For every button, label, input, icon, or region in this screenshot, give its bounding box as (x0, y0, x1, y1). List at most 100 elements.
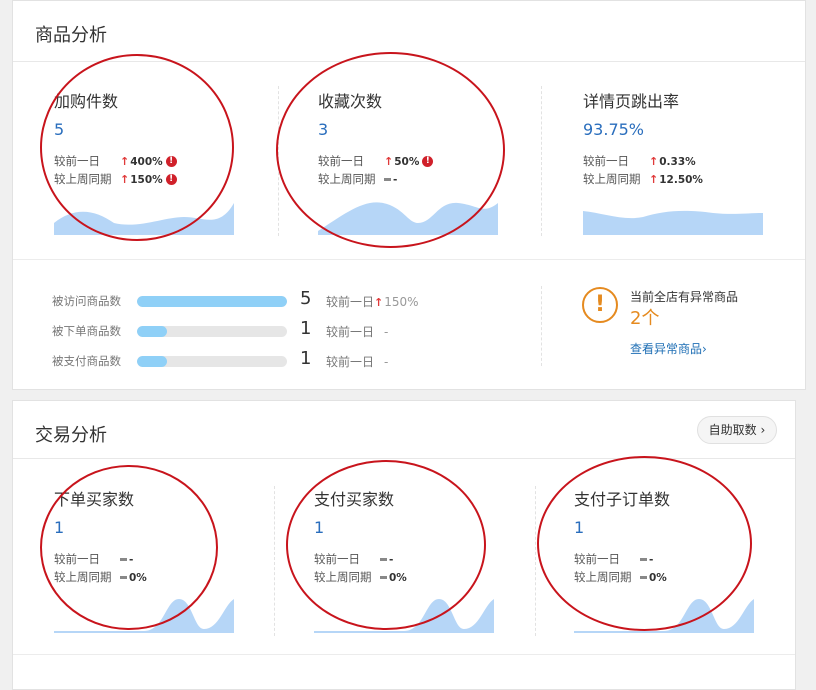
compare-week-value: 0% (649, 572, 667, 584)
view-abnormal-goods-link[interactable]: 查看异常商品› (630, 340, 707, 357)
compare-week-value: 12.50% (659, 174, 703, 186)
bar-fill (137, 296, 287, 307)
bar-label: 被下单商品数 (52, 324, 121, 338)
metric-value: 3 (318, 120, 329, 139)
compare-week-row: 较上周同期 ↑12.50% (583, 171, 703, 187)
bar-fill (137, 326, 167, 337)
compare-day-row: 较前一日 ↑50%! (318, 153, 434, 169)
compare-day-row: 较前一日 ↑0.33% (583, 153, 696, 169)
arrow-up-icon: ↑ (374, 296, 384, 309)
alert-icon: ! (165, 174, 177, 185)
compare-week-row: 较上周同期 0% (314, 569, 407, 585)
exclamation-circle-icon: ! (582, 287, 618, 323)
bar-compare-value: - (384, 355, 389, 369)
compare-day-value: - (389, 554, 394, 566)
sparkline-cart-items (54, 203, 234, 235)
bar-fill (137, 356, 167, 367)
bar-label: 被访问商品数 (52, 294, 121, 308)
goods-analysis-header: 商品分析 (13, 1, 805, 62)
bar-compare: 较前一日 - (326, 323, 388, 340)
compare-week-value: 150% (130, 174, 163, 186)
flat-trend-icon (640, 576, 647, 579)
metric-value: 5 (54, 120, 65, 139)
compare-week-row: 较上周同期 ↑150%! (54, 171, 177, 187)
compare-day-label: 较前一日 (574, 552, 620, 566)
flat-trend-icon (380, 558, 387, 561)
compare-week-label: 较上周同期 (54, 570, 112, 584)
flat-trend-icon (120, 576, 127, 579)
bar-track (137, 356, 287, 367)
chevron-right-icon: › (702, 342, 707, 356)
self-service-data-button[interactable]: 自助取数 › (697, 416, 777, 444)
bar-track (137, 326, 287, 337)
goods-bars-divider (541, 286, 542, 366)
compare-day-row: 较前一日 - (314, 551, 393, 567)
bar-compare: 较前一日↑150% (326, 293, 419, 310)
sparkline-order-buyers (54, 599, 234, 633)
trade-analysis-title: 交易分析 (35, 425, 107, 446)
compare-week-row: 较上周同期 - (318, 171, 397, 187)
arrow-up-icon: ↑ (384, 155, 394, 168)
trade-analysis-header: 交易分析 (13, 401, 795, 459)
metric-value: 1 (314, 518, 325, 537)
sparkline-paid-sub-orders (574, 599, 754, 633)
trade-metric-divider-2 (535, 486, 536, 636)
compare-week-value: - (393, 174, 398, 186)
compare-day-row: 较前一日 - (574, 551, 653, 567)
arrow-up-icon: ↑ (120, 155, 130, 168)
bar-count: 1 (300, 318, 312, 339)
bar-compare-value: 150% (384, 295, 419, 309)
bar-compare-label: 较前一日 (326, 355, 375, 369)
bar-compare-label: 较前一日 (326, 295, 375, 309)
compare-week-label: 较上周同期 (318, 172, 376, 186)
arrow-up-icon: ↑ (649, 173, 659, 186)
bar-compare-label: 较前一日 (326, 325, 375, 339)
compare-day-value: 50% (394, 156, 420, 168)
compare-day-label: 较前一日 (318, 154, 364, 168)
compare-week-row: 较上周同期 0% (574, 569, 667, 585)
bar-compare: 较前一日 - (326, 353, 388, 370)
compare-day-label: 较前一日 (54, 154, 100, 168)
goods-metric-divider-2 (541, 86, 542, 236)
metric-title: 加购件数 (54, 92, 119, 111)
compare-day-value: 0.33% (659, 156, 696, 168)
alert-icon: ! (165, 156, 177, 167)
compare-day-label: 较前一日 (54, 552, 100, 566)
bar-label: 被支付商品数 (52, 354, 121, 368)
bar-count: 1 (300, 348, 312, 369)
compare-day-row: 较前一日 - (54, 551, 133, 567)
compare-day-value: - (649, 554, 654, 566)
sparkline-bounce-rate (583, 210, 763, 235)
flat-trend-icon (640, 558, 647, 561)
metric-title: 收藏次数 (318, 92, 383, 111)
abnormal-goods-count: 2个 (630, 308, 660, 329)
metric-value: 93.75% (583, 120, 645, 139)
bar-compare-value: - (384, 325, 389, 339)
goods-analysis-title: 商品分析 (35, 25, 107, 46)
compare-week-label: 较上周同期 (54, 172, 112, 186)
goods-metric-divider-1 (278, 86, 279, 236)
abnormal-goods-text: 当前全店有异常商品 (630, 290, 739, 304)
compare-week-label: 较上周同期 (583, 172, 641, 186)
trade-metric-divider-1 (274, 486, 275, 636)
goods-analysis-divider (13, 259, 805, 260)
compare-day-label: 较前一日 (314, 552, 360, 566)
flat-trend-icon (380, 576, 387, 579)
compare-day-value: 400% (130, 156, 163, 168)
arrow-up-icon: ↑ (649, 155, 659, 168)
arrow-up-icon: ↑ (120, 173, 130, 186)
chevron-right-icon: › (760, 423, 766, 437)
self-service-data-label: 自助取数 (708, 423, 757, 437)
compare-week-label: 较上周同期 (574, 570, 632, 584)
metric-value: 1 (574, 518, 585, 537)
compare-day-value: - (129, 554, 134, 566)
metric-title: 支付子订单数 (574, 490, 671, 509)
compare-week-value: 0% (129, 572, 147, 584)
flat-trend-icon (120, 558, 127, 561)
compare-day-label: 较前一日 (583, 154, 629, 168)
trade-analysis-divider (13, 654, 795, 655)
view-abnormal-goods-label: 查看异常商品 (630, 342, 703, 356)
metric-value: 1 (54, 518, 65, 537)
compare-week-row: 较上周同期 0% (54, 569, 147, 585)
sparkline-paid-buyers (314, 599, 494, 633)
